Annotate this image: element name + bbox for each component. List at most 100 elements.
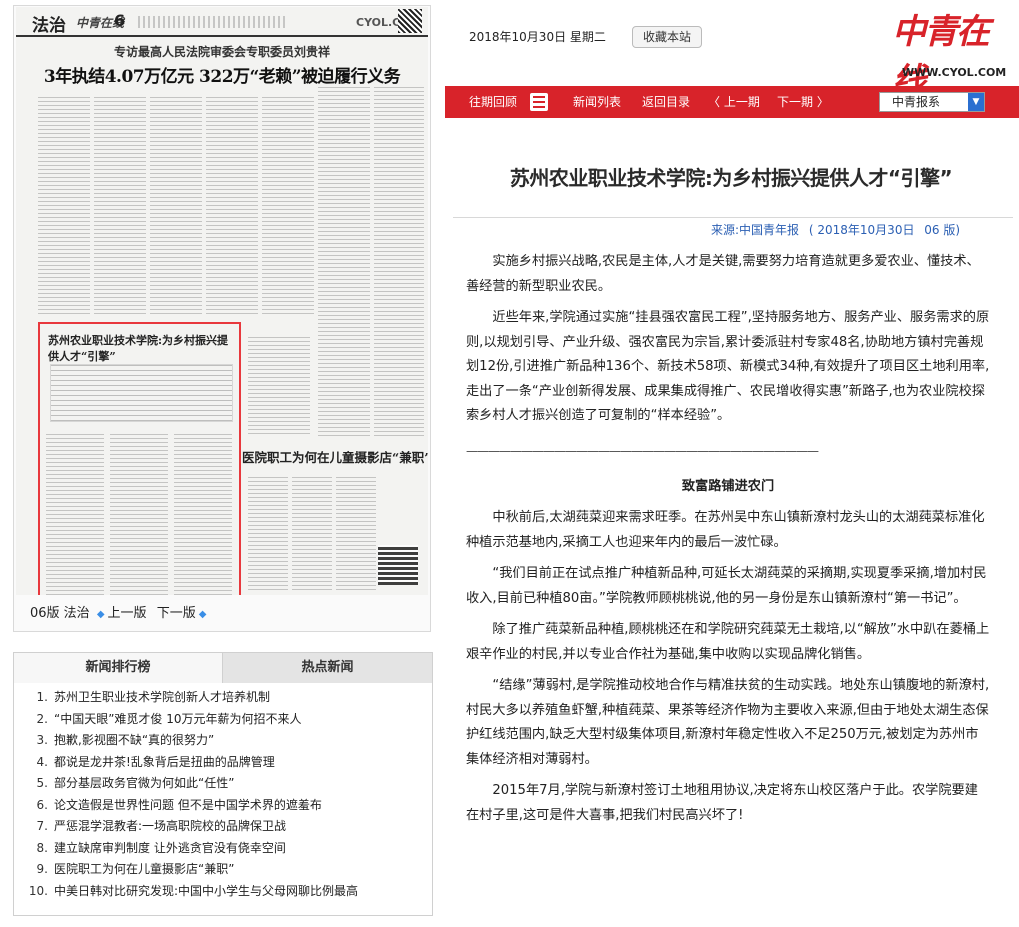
ranking-item[interactable]: 7. 严惩混学混教者:一场高职院校的品牌保卫战 <box>14 816 432 838</box>
newspaper-page-image[interactable]: 法治 中青在线 6 CYOL.COM 专访最高人民法院审委会专职委员刘贵祥 3年… <box>16 7 428 595</box>
site-logo-url: WWW.CYOL.COM <box>902 66 1007 79</box>
right-panel: 2018年10月30日 星期二 收藏本站 中青在线 WWW.CYOL.COM 往… <box>445 0 1019 927</box>
ranking-item-link[interactable]: 论文造假是世界性问题 但不是中国学术界的遮羞布 <box>54 798 322 812</box>
chevron-right-icon: 〉 <box>813 95 829 109</box>
left-panel: 法治 中青在线 6 CYOL.COM 专访最高人民法院审委会专职委员刘贵祥 3年… <box>0 0 445 927</box>
article-body: 实施乡村振兴战略,农民是主体,人才是关键,需要努力培育造就更多爱农业、懂技术、善… <box>466 250 990 835</box>
ranking-item-number: 7. <box>36 819 48 833</box>
ranking-item-link[interactable]: 医院职工为何在儿童摄影店“兼职” <box>54 862 234 876</box>
nav-next-issue-label: 下一期 <box>777 95 814 109</box>
text-column <box>318 87 370 437</box>
ranking-tabs: 新闻排行榜 热点新闻 <box>14 653 432 683</box>
newspaper-qr-icon <box>378 545 418 585</box>
ranking-item[interactable]: 9. 医院职工为何在儿童摄影店“兼职” <box>14 859 432 881</box>
next-page-label: 下一版 <box>156 606 196 621</box>
ranking-item[interactable]: 6. 论文造假是世界性问题 但不是中国学术界的遮羞布 <box>14 795 432 817</box>
current-page-label: 06版 法治 <box>30 606 90 621</box>
masthead-fine-print <box>138 16 288 28</box>
bookmark-button[interactable]: 收藏本站 <box>632 26 702 48</box>
list-icon[interactable] <box>530 93 548 111</box>
ranking-item-link[interactable]: 都说是龙井茶!乱象背后是扭曲的品牌管理 <box>54 755 275 769</box>
date-label: ( 2018年10月30日 <box>808 223 915 237</box>
article-paragraph: 中秋前后,太湖莼菜迎来需求旺季。在苏州吴中东山镇新潦村龙头山的太湖莼菜标准化种植… <box>466 510 985 550</box>
text-column <box>262 97 314 317</box>
text-column <box>248 477 288 592</box>
nav-prev-issue-label: 上一期 <box>723 95 760 109</box>
issue-date: 2018年10月30日 星期二 <box>469 30 606 44</box>
masthead-qr-icon <box>398 9 422 33</box>
ranking-item[interactable]: 10. 中美日韩对比研究发现:中国中小学生与父母网聊比例最高 <box>14 881 432 903</box>
tab-news-ranking[interactable]: 新闻排行榜 <box>14 653 223 683</box>
newspaper-section: 法治 <box>32 16 66 36</box>
ranking-item-link[interactable]: 中美日韩对比研究发现:中国中小学生与父母网聊比例最高 <box>54 884 358 898</box>
ranking-item[interactable]: 2. “中国天眼”难觅才俊 10万元年薪为何招不来人 <box>14 709 432 731</box>
nav-next-issue[interactable]: 下一期 〉 <box>777 86 829 118</box>
ranking-item-number: 9. <box>36 862 48 876</box>
text-column <box>336 477 376 592</box>
article-paragraph: 近些年来,学院通过实施“挂县强农富民工程”,坚持服务地方、服务产业、服务需求的原… <box>466 310 990 423</box>
ranking-item-link[interactable]: 建立缺席审判制度 让外逃贪官没有侥幸空间 <box>54 841 286 855</box>
paper-select[interactable]: 中青报系 ▼ <box>879 92 985 112</box>
nav-news-list[interactable]: 新闻列表 <box>573 86 621 118</box>
tab-hot-news[interactable]: 热点新闻 <box>223 653 432 683</box>
ranking-item-number: 4. <box>36 754 48 769</box>
ranking-list: 1. 苏州卫生职业技术学院创新人才培养机制 2. “中国天眼”难觅才俊 10万元年薪为… <box>14 687 432 902</box>
text-column <box>150 97 202 317</box>
next-page-link[interactable]: 下一版 ◆ <box>157 606 210 621</box>
ranking-item-number: 6. <box>36 797 48 812</box>
newspaper-subheadline: 专访最高人民法院审委会专职委员刘贵祥 <box>113 45 330 59</box>
nav-bar: 往期回顾 新闻列表 返回目录 〈 上一期 下一期 〉 中青报系 ▼ <box>445 86 1019 118</box>
article-paragraph: 除了推广莼菜新品种植,顾桃桃还在和学院研究莼菜无土栽培,以“解放”水中趴在菱桶上… <box>466 622 990 662</box>
article-subtitle: 致富路铺进农门 <box>681 478 775 494</box>
ranking-item[interactable]: 4. 都说是龙井茶!乱象背后是扭曲的品牌管理 <box>14 752 432 774</box>
ranking-box: 新闻排行榜 热点新闻 1. 苏州卫生职业技术学院创新人才培养机制 2. “中国天眼”难… <box>13 652 433 916</box>
highlighted-article-box[interactable]: 苏州农业职业技术学院:为乡村振兴提供人才“引擎” <box>38 322 241 595</box>
ranking-item-link[interactable]: “中国天眼”难觅才俊 10万元年薪为何招不来人 <box>54 712 302 726</box>
text-column <box>46 434 104 595</box>
highlighted-article-title: 苏州农业职业技术学院:为乡村振兴提供人才“引擎” <box>48 334 229 363</box>
newspaper-second-title: 医院职工为何在儿童摄影店“兼职” <box>242 450 428 465</box>
ranking-item-number: 3. <box>36 733 48 747</box>
source-label: 来源:中国青年报 <box>711 223 800 237</box>
arrow-right-icon: ◆ <box>198 609 207 620</box>
page-label: 06 版) <box>924 223 961 237</box>
article-paragraph: “我们目前正在试点推广种植新品种,可延长太湖莼菜的采摘期,实现夏季采摘,增加村民… <box>466 566 987 606</box>
ranking-item-number: 8. <box>36 840 48 855</box>
newspaper-page-number: 6 <box>114 11 126 30</box>
ranking-item[interactable]: 5. 部分基层政务官微为何如此“任性” <box>14 773 432 795</box>
ranking-item[interactable]: 8. 建立缺席审判制度 让外逃贪官没有侥幸空间 <box>14 838 432 860</box>
ranking-item-number: 5. <box>36 776 48 790</box>
article-title: 苏州农业职业技术学院:为乡村振兴提供人才“引擎” <box>509 166 953 190</box>
divider <box>453 217 1013 218</box>
highlighted-article-intro <box>50 364 233 422</box>
page-navigation: 06版 法治 ◆ 上一版 下一版 ◆ <box>30 602 212 621</box>
ranking-item-link[interactable]: 部分基层政务官微为何如此“任性” <box>54 776 234 790</box>
ranking-item[interactable]: 1. 苏州卫生职业技术学院创新人才培养机制 <box>14 687 432 709</box>
newspaper-headline: 3年执结4.07万亿元 322万“老赖”被迫履行义务 <box>43 67 401 87</box>
text-column <box>38 97 90 317</box>
ranking-item-link[interactable]: 苏州卫生职业技术学院创新人才培养机制 <box>54 690 270 704</box>
article-source: 来源:中国青年报 ( 2018年10月30日 06 版) <box>711 221 966 238</box>
text-column <box>248 337 310 437</box>
chevron-left-icon: 〈 <box>708 95 724 109</box>
text-column <box>206 97 258 317</box>
ranking-item-number: 10. <box>28 883 48 898</box>
prev-page-label: 上一版 <box>107 606 147 621</box>
text-column <box>94 97 146 317</box>
article-paragraph: 实施乡村振兴战略,农民是主体,人才是关键,需要努力培育造就更多爱农业、懂技术、善… <box>466 254 980 294</box>
ranking-item-link[interactable]: 抱歉,影视圈不缺“真的很努力” <box>54 733 214 747</box>
nav-back-to-index[interactable]: 返回目录 <box>642 86 690 118</box>
ranking-item-link[interactable]: 严惩混学混教者:一场高职院校的品牌保卫战 <box>54 819 286 833</box>
text-column <box>374 87 424 437</box>
ranking-item-number: 1. <box>36 690 48 704</box>
article-paragraph: 2015年7月,学院与新潦村签订土地租用协议,决定将东山校区落户于此。农学院要建… <box>466 783 978 823</box>
chevron-down-icon: ▼ <box>968 93 984 111</box>
prev-page-link[interactable]: ◆ 上一版 <box>97 606 150 621</box>
nav-prev-issue[interactable]: 〈 上一期 <box>708 86 760 118</box>
nav-archive[interactable]: 往期回顾 <box>469 86 517 118</box>
text-column <box>174 434 232 595</box>
arrow-left-icon: ◆ <box>96 609 105 620</box>
ranking-item[interactable]: 3. 抱歉,影视圈不缺“真的很努力” <box>14 730 432 752</box>
text-column <box>110 434 168 595</box>
site-logo[interactable]: 中青在线 WWW.CYOL.COM <box>892 4 1007 101</box>
